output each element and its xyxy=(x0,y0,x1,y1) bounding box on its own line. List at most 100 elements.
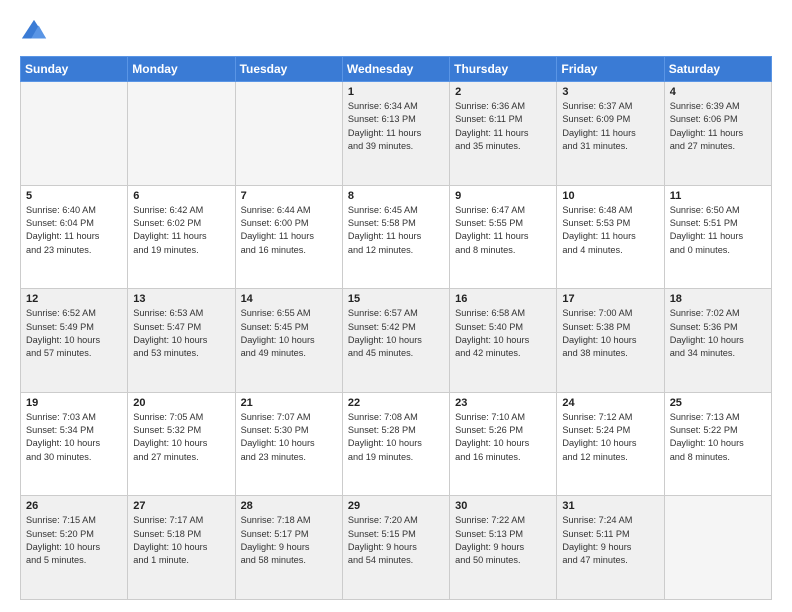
day-number: 7 xyxy=(241,190,337,202)
calendar-cell: 16 Sunrise: 6:58 AM Sunset: 5:40 PM Dayli… xyxy=(450,289,557,393)
calendar-cell: 22 Sunrise: 7:08 AM Sunset: 5:28 PM Dayli… xyxy=(342,392,449,496)
calendar-cell: 5Sunrise: 6:40 AM Sunset: 6:04 PM Daylig… xyxy=(21,185,128,289)
day-number: 28 xyxy=(241,500,337,512)
day-info: Sunrise: 7:03 AM Sunset: 5:34 PM Dayligh… xyxy=(26,411,122,464)
calendar-cell: 12Sunrise: 6:52 AM Sunset: 5:49 PM Dayli… xyxy=(21,289,128,393)
calendar-week-row: 12Sunrise: 6:52 AM Sunset: 5:49 PM Dayli… xyxy=(21,289,772,393)
day-info: Sunrise: 7:02 AM Sunset: 5:36 PM Dayligh… xyxy=(670,307,766,360)
calendar-cell: 1 Sunrise: 6:34 AM Sunset: 6:13 PM Daylig… xyxy=(342,82,449,186)
day-number: 6 xyxy=(133,190,229,202)
day-header-wednesday: Wednesday xyxy=(342,57,449,82)
calendar-cell: 3 Sunrise: 6:37 AM Sunset: 6:09 PM Daylig… xyxy=(557,82,664,186)
day-number: 16 xyxy=(455,293,551,305)
day-number: 23 xyxy=(455,397,551,409)
day-number: 3 xyxy=(562,86,658,98)
calendar-cell: 10 Sunrise: 6:48 AM Sunset: 5:53 PM Dayli… xyxy=(557,185,664,289)
calendar-cell: 13 Sunrise: 6:53 AM Sunset: 5:47 PM Dayli… xyxy=(128,289,235,393)
calendar-week-row: 19 Sunrise: 7:03 AM Sunset: 5:34 PM Dayli… xyxy=(21,392,772,496)
day-number: 15 xyxy=(348,293,444,305)
day-number: 18 xyxy=(670,293,766,305)
day-info: Sunrise: 6:36 AM Sunset: 6:11 PM Dayligh… xyxy=(455,100,551,153)
day-number: 2 xyxy=(455,86,551,98)
day-info: Sunrise: 7:24 AM Sunset: 5:11 PM Dayligh… xyxy=(562,514,658,567)
day-header-friday: Friday xyxy=(557,57,664,82)
day-number: 14 xyxy=(241,293,337,305)
day-info: Sunrise: 7:18 AM Sunset: 5:17 PM Dayligh… xyxy=(241,514,337,567)
day-number: 9 xyxy=(455,190,551,202)
day-number: 11 xyxy=(670,190,766,202)
day-info: Sunrise: 7:10 AM Sunset: 5:26 PM Dayligh… xyxy=(455,411,551,464)
day-info: Sunrise: 6:47 AM Sunset: 5:55 PM Dayligh… xyxy=(455,204,551,257)
day-info: Sunrise: 7:07 AM Sunset: 5:30 PM Dayligh… xyxy=(241,411,337,464)
day-info: Sunrise: 6:55 AM Sunset: 5:45 PM Dayligh… xyxy=(241,307,337,360)
header xyxy=(20,18,772,46)
day-number: 8 xyxy=(348,190,444,202)
day-info: Sunrise: 7:22 AM Sunset: 5:13 PM Dayligh… xyxy=(455,514,551,567)
day-header-thursday: Thursday xyxy=(450,57,557,82)
calendar-week-row: 26 Sunrise: 7:15 AM Sunset: 5:20 PM Dayli… xyxy=(21,496,772,600)
calendar-cell: 29 Sunrise: 7:20 AM Sunset: 5:15 PM Dayli… xyxy=(342,496,449,600)
calendar-cell: 27 Sunrise: 7:17 AM Sunset: 5:18 PM Dayli… xyxy=(128,496,235,600)
calendar-cell: 24Sunrise: 7:12 AM Sunset: 5:24 PM Dayli… xyxy=(557,392,664,496)
day-info: Sunrise: 6:37 AM Sunset: 6:09 PM Dayligh… xyxy=(562,100,658,153)
day-number: 29 xyxy=(348,500,444,512)
calendar-cell: 9 Sunrise: 6:47 AM Sunset: 5:55 PM Daylig… xyxy=(450,185,557,289)
day-info: Sunrise: 6:34 AM Sunset: 6:13 PM Dayligh… xyxy=(348,100,444,153)
calendar-cell xyxy=(235,82,342,186)
calendar-cell: 4 Sunrise: 6:39 AM Sunset: 6:06 PM Daylig… xyxy=(664,82,771,186)
day-info: Sunrise: 6:53 AM Sunset: 5:47 PM Dayligh… xyxy=(133,307,229,360)
calendar-cell: 30 Sunrise: 7:22 AM Sunset: 5:13 PM Dayli… xyxy=(450,496,557,600)
day-number: 13 xyxy=(133,293,229,305)
day-number: 21 xyxy=(241,397,337,409)
calendar-table: SundayMondayTuesdayWednesdayThursdayFrid… xyxy=(20,56,772,600)
day-number: 19 xyxy=(26,397,122,409)
day-info: Sunrise: 6:40 AM Sunset: 6:04 PM Dayligh… xyxy=(26,204,122,257)
day-number: 22 xyxy=(348,397,444,409)
day-number: 30 xyxy=(455,500,551,512)
calendar-cell: 18 Sunrise: 7:02 AM Sunset: 5:36 PM Dayli… xyxy=(664,289,771,393)
calendar-cell: 15Sunrise: 6:57 AM Sunset: 5:42 PM Dayli… xyxy=(342,289,449,393)
day-number: 20 xyxy=(133,397,229,409)
day-number: 26 xyxy=(26,500,122,512)
day-info: Sunrise: 7:20 AM Sunset: 5:15 PM Dayligh… xyxy=(348,514,444,567)
calendar-cell: 11 Sunrise: 6:50 AM Sunset: 5:51 PM Dayli… xyxy=(664,185,771,289)
calendar-header-row: SundayMondayTuesdayWednesdayThursdayFrid… xyxy=(21,57,772,82)
day-info: Sunrise: 6:44 AM Sunset: 6:00 PM Dayligh… xyxy=(241,204,337,257)
calendar-week-row: 5Sunrise: 6:40 AM Sunset: 6:04 PM Daylig… xyxy=(21,185,772,289)
day-number: 12 xyxy=(26,293,122,305)
day-info: Sunrise: 7:13 AM Sunset: 5:22 PM Dayligh… xyxy=(670,411,766,464)
day-info: Sunrise: 7:15 AM Sunset: 5:20 PM Dayligh… xyxy=(26,514,122,567)
day-info: Sunrise: 7:05 AM Sunset: 5:32 PM Dayligh… xyxy=(133,411,229,464)
day-number: 4 xyxy=(670,86,766,98)
calendar-cell: 28 Sunrise: 7:18 AM Sunset: 5:17 PM Dayli… xyxy=(235,496,342,600)
day-number: 27 xyxy=(133,500,229,512)
day-header-tuesday: Tuesday xyxy=(235,57,342,82)
day-info: Sunrise: 7:00 AM Sunset: 5:38 PM Dayligh… xyxy=(562,307,658,360)
day-info: Sunrise: 7:08 AM Sunset: 5:28 PM Dayligh… xyxy=(348,411,444,464)
calendar-cell xyxy=(128,82,235,186)
day-number: 10 xyxy=(562,190,658,202)
calendar-cell: 31Sunrise: 7:24 AM Sunset: 5:11 PM Dayli… xyxy=(557,496,664,600)
day-info: Sunrise: 6:48 AM Sunset: 5:53 PM Dayligh… xyxy=(562,204,658,257)
day-info: Sunrise: 6:50 AM Sunset: 5:51 PM Dayligh… xyxy=(670,204,766,257)
day-number: 24 xyxy=(562,397,658,409)
day-info: Sunrise: 6:39 AM Sunset: 6:06 PM Dayligh… xyxy=(670,100,766,153)
day-info: Sunrise: 7:17 AM Sunset: 5:18 PM Dayligh… xyxy=(133,514,229,567)
calendar-cell: 8 Sunrise: 6:45 AM Sunset: 5:58 PM Daylig… xyxy=(342,185,449,289)
day-info: Sunrise: 6:45 AM Sunset: 5:58 PM Dayligh… xyxy=(348,204,444,257)
calendar-cell: 19 Sunrise: 7:03 AM Sunset: 5:34 PM Dayli… xyxy=(21,392,128,496)
calendar-cell: 25 Sunrise: 7:13 AM Sunset: 5:22 PM Dayli… xyxy=(664,392,771,496)
calendar-cell: 6Sunrise: 6:42 AM Sunset: 6:02 PM Daylig… xyxy=(128,185,235,289)
calendar-cell: 20 Sunrise: 7:05 AM Sunset: 5:32 PM Dayli… xyxy=(128,392,235,496)
calendar-cell: 7 Sunrise: 6:44 AM Sunset: 6:00 PM Daylig… xyxy=(235,185,342,289)
calendar-week-row: 1 Sunrise: 6:34 AM Sunset: 6:13 PM Daylig… xyxy=(21,82,772,186)
day-info: Sunrise: 6:58 AM Sunset: 5:40 PM Dayligh… xyxy=(455,307,551,360)
calendar-cell: 2 Sunrise: 6:36 AM Sunset: 6:11 PM Daylig… xyxy=(450,82,557,186)
calendar-cell xyxy=(21,82,128,186)
calendar-cell: 26 Sunrise: 7:15 AM Sunset: 5:20 PM Dayli… xyxy=(21,496,128,600)
day-header-saturday: Saturday xyxy=(664,57,771,82)
day-number: 25 xyxy=(670,397,766,409)
logo-icon xyxy=(20,18,48,46)
day-header-sunday: Sunday xyxy=(21,57,128,82)
day-number: 1 xyxy=(348,86,444,98)
